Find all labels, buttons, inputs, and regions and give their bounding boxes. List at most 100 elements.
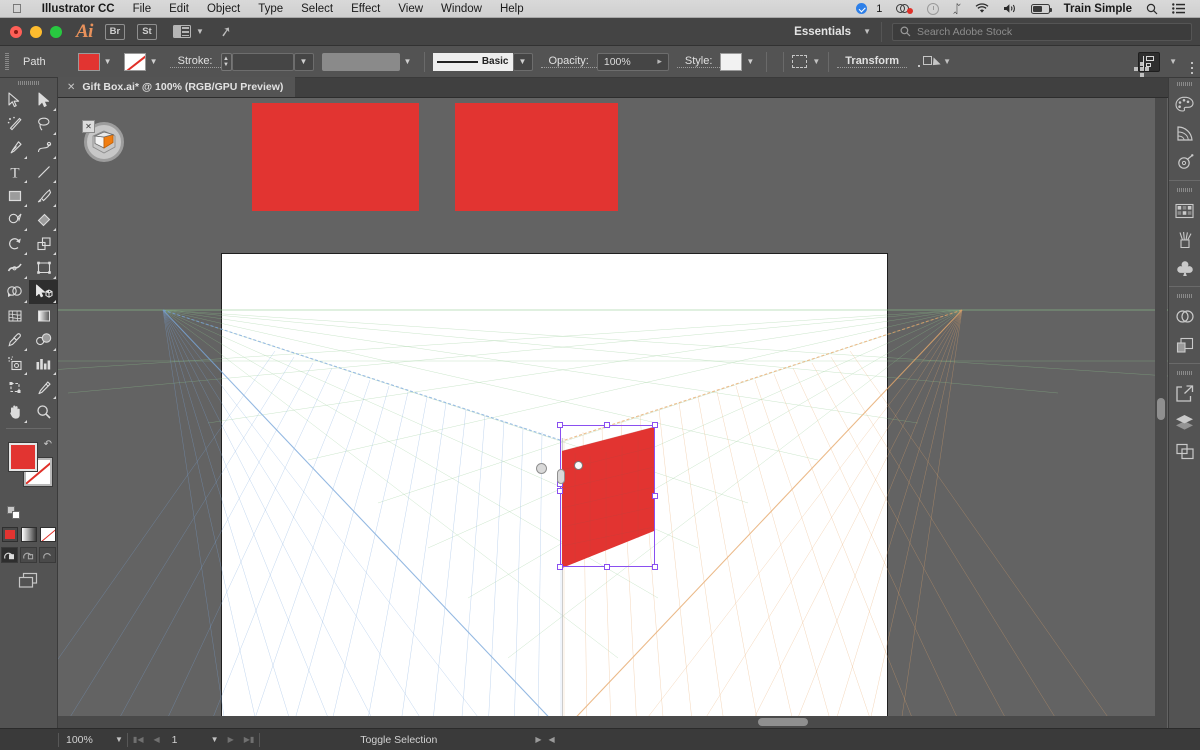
bridge-button[interactable]: Br xyxy=(104,23,125,40)
hand-tool[interactable] xyxy=(0,400,29,424)
selected-artwork-layer[interactable] xyxy=(58,98,1168,728)
magic-wand-tool[interactable] xyxy=(0,112,29,136)
eraser-tool[interactable] xyxy=(29,208,58,232)
menu-item-window[interactable]: Window xyxy=(432,0,491,18)
close-window-button[interactable] xyxy=(10,25,22,38)
stroke-profile-input[interactable] xyxy=(321,52,400,71)
symbol-sprayer-tool[interactable] xyxy=(0,352,29,376)
stroke-profile-dropdown[interactable]: ▼ xyxy=(400,53,416,71)
fill-color-control[interactable] xyxy=(9,443,37,471)
color-mode-button[interactable] xyxy=(1,527,18,542)
menu-item-type[interactable]: Type xyxy=(249,0,292,18)
menu-item-effect[interactable]: Effect xyxy=(342,0,389,18)
layers-panel-icon[interactable] xyxy=(1169,408,1200,437)
perspective-selection-tool[interactable] xyxy=(29,280,58,304)
document-canvas[interactable]: ✕ xyxy=(58,98,1168,728)
status-menu-button[interactable]: ▶ xyxy=(530,729,546,750)
selection-handle-bottom-left[interactable] xyxy=(557,564,563,570)
stroke-weight-stepper[interactable]: ▲ ▼ xyxy=(220,52,232,71)
wifi-icon[interactable] xyxy=(968,0,996,18)
type-tool[interactable]: T xyxy=(0,160,29,184)
curvature-tool[interactable] xyxy=(29,136,58,160)
chevron-down-icon[interactable]: ▼ xyxy=(1169,57,1177,66)
color-guide-panel-icon[interactable] xyxy=(1169,119,1200,148)
close-perspective-grid-icon[interactable]: ✕ xyxy=(82,120,95,133)
artboards-panel-icon[interactable] xyxy=(1169,437,1200,466)
zoom-tool[interactable] xyxy=(29,400,58,424)
artboard-tool[interactable] xyxy=(0,376,29,400)
shaper-tool[interactable] xyxy=(0,208,29,232)
eyedropper-tool[interactable] xyxy=(0,328,29,352)
mesh-tool[interactable] xyxy=(0,304,29,328)
draw-normal-button[interactable] xyxy=(1,547,18,563)
color-panel-icon[interactable] xyxy=(1169,90,1200,119)
control-bar-grip[interactable] xyxy=(5,52,9,71)
free-transform-tool[interactable] xyxy=(29,256,58,280)
menu-item-edit[interactable]: Edit xyxy=(160,0,198,18)
selection-handle-bottom-center[interactable] xyxy=(604,564,610,570)
shape-builder-tool[interactable] xyxy=(0,280,29,304)
stroke-weight-input[interactable] xyxy=(231,52,294,71)
symbols-panel-icon[interactable] xyxy=(1169,254,1200,283)
swatches-panel-icon[interactable] xyxy=(1169,196,1200,225)
paintbrush-tool[interactable] xyxy=(29,184,58,208)
selection-handle-top-right[interactable] xyxy=(652,422,658,428)
stock-search-input[interactable]: Search Adobe Stock xyxy=(892,22,1192,41)
direct-selection-tool[interactable] xyxy=(29,88,58,112)
lasso-tool[interactable] xyxy=(29,112,58,136)
slice-tool[interactable] xyxy=(29,376,58,400)
menu-item-help[interactable]: Help xyxy=(491,0,533,18)
stroke-swatch-dropdown[interactable]: ▼ xyxy=(146,53,162,71)
screen-recording-icon[interactable] xyxy=(889,0,920,18)
pen-tool[interactable] xyxy=(0,136,29,160)
apple-menu-icon[interactable]:  xyxy=(0,2,33,15)
document-tab[interactable]: ✕ Gift Box.ai* @ 100% (RGB/GPU Preview) xyxy=(58,77,296,97)
status-resize-handle[interactable]: ◀ xyxy=(547,729,560,750)
arrange-documents-button[interactable]: ▼ xyxy=(157,25,204,38)
none-mode-button[interactable] xyxy=(39,527,56,542)
vertical-scrollbar-thumb[interactable] xyxy=(1157,398,1165,420)
horizontal-scrollbar[interactable] xyxy=(58,716,1155,728)
close-icon[interactable]: ✕ xyxy=(67,82,75,93)
asset-export-panel-icon[interactable] xyxy=(1169,379,1200,408)
transform-button[interactable]: Transform xyxy=(837,55,908,68)
grid-origin-dot[interactable] xyxy=(574,461,583,470)
rectangle-tool[interactable] xyxy=(0,184,29,208)
selection-handle-top-center[interactable] xyxy=(604,422,610,428)
line-segment-tool[interactable] xyxy=(29,160,58,184)
dock-grip[interactable] xyxy=(1169,367,1200,379)
user-name[interactable]: Train Simple xyxy=(1057,0,1139,18)
artboard-number-input[interactable]: 1 xyxy=(165,729,207,750)
selection-handle-bottom-right[interactable] xyxy=(652,564,658,570)
gradient-tool[interactable] xyxy=(29,304,58,328)
first-artboard-button[interactable]: ▮◀ xyxy=(128,729,149,750)
tools-panel-grip[interactable] xyxy=(0,78,57,88)
selection-handle-top-left[interactable] xyxy=(557,422,563,428)
menu-item-object[interactable]: Object xyxy=(198,0,249,18)
zoom-level-dropdown[interactable]: ▼ xyxy=(111,729,127,750)
selection-handle-middle-left-2[interactable] xyxy=(557,488,563,494)
rotate-tool[interactable] xyxy=(0,232,29,256)
dock-grip[interactable] xyxy=(1169,290,1200,302)
vertical-scrollbar[interactable] xyxy=(1155,98,1167,728)
draw-inside-button[interactable] xyxy=(39,547,56,563)
dock-grip[interactable] xyxy=(1169,78,1200,90)
minimize-window-button[interactable] xyxy=(30,25,42,38)
menu-item-file[interactable]: File xyxy=(124,0,161,18)
select-similar-button[interactable]: ▼ xyxy=(792,55,820,68)
last-artboard-button[interactable]: ▶▮ xyxy=(239,729,260,750)
graphic-style-dropdown[interactable]: ▼ xyxy=(742,53,758,71)
zoom-level-input[interactable]: 100% xyxy=(59,729,111,750)
swap-fill-stroke-icon[interactable]: ↶ xyxy=(44,439,52,450)
fill-color-swatch[interactable] xyxy=(77,52,100,71)
grid-vertical-control-dot[interactable] xyxy=(557,469,565,484)
grid-plane-control-dot-left[interactable] xyxy=(536,463,547,474)
brushes-panel-icon[interactable] xyxy=(1169,225,1200,254)
arrange-button[interactable]: ▼ xyxy=(923,55,951,69)
workspace-switcher[interactable]: Essentials ▼ xyxy=(784,21,882,42)
draw-behind-button[interactable] xyxy=(20,547,37,563)
gradient-mode-button[interactable] xyxy=(20,527,37,542)
bluetooth-icon[interactable]: ᛢ xyxy=(946,0,967,18)
stroke-color-swatch[interactable] xyxy=(123,52,146,71)
cc-libraries-panel-icon[interactable] xyxy=(1169,302,1200,331)
